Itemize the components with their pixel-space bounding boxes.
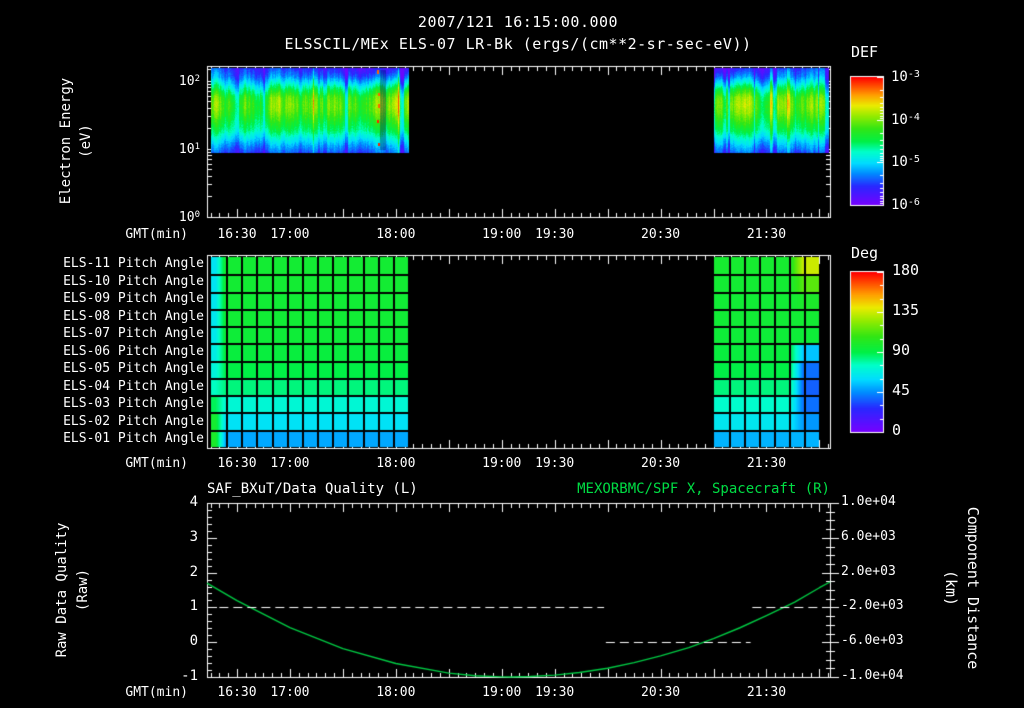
def-colorbar-tick-label-3: 10-6	[891, 195, 920, 214]
component-distance-axis-label: Component Distance	[965, 507, 981, 670]
time-tick-label-panel2-0: 16:30	[217, 456, 256, 472]
def-colorbar-tick-label-0: 10-3	[891, 67, 920, 86]
time-tick-label-panel3-0: 16:30	[217, 685, 256, 701]
quality-ytick-label-4: 0	[146, 633, 198, 649]
time-tick-label-panel1-1: 17:00	[270, 227, 309, 243]
electron-energy-units-label: (eV)	[78, 124, 94, 158]
time-tick-label-panel2-2: 18:00	[376, 456, 415, 472]
gmt-axis-label-panel3: GMT(min)	[102, 685, 188, 701]
time-tick-label-panel1-2: 18:00	[376, 227, 415, 243]
deg-colorbar-tick-label-0: 180	[892, 262, 919, 278]
time-tick-label-panel3-1: 17:00	[270, 685, 309, 701]
distance-ytick-label-4: -6.0e+03	[841, 633, 904, 649]
energy-ytick-label-0: 102	[146, 71, 200, 90]
instrument-title: ELSSCIL/MEx ELS-07 LR-Bk (ergs/(cm**2-sr…	[284, 36, 751, 52]
deg-colorbar-tick-label-2: 90	[892, 342, 910, 358]
quality-ytick-label-2: 2	[146, 564, 198, 580]
distance-ytick-label-3: -2.0e+03	[841, 598, 904, 614]
time-tick-label-panel2-4: 19:30	[535, 456, 574, 472]
def-colorbar-tick-label-1: 10-4	[891, 110, 920, 129]
raw-data-quality-axis-label: Raw Data Quality	[54, 523, 70, 658]
time-tick-label-panel3-3: 19:00	[482, 685, 521, 701]
distance-ytick-label-2: 2.0e+03	[841, 564, 896, 580]
time-tick-label-panel1-0: 16:30	[217, 227, 256, 243]
time-tick-label-panel2-5: 20:30	[641, 456, 680, 472]
pitch-angle-row-label-9: ELS-02 Pitch Angle	[40, 414, 204, 430]
deg-colorbar-tick-label-3: 45	[892, 382, 910, 398]
time-tick-label-panel3-5: 20:30	[641, 685, 680, 701]
quality-ytick-label-3: 1	[146, 598, 198, 614]
time-tick-label-panel3-6: 21:30	[747, 685, 786, 701]
component-distance-units-label: (km)	[943, 570, 959, 606]
timestamp-title: 2007/121 16:15:00.000	[418, 14, 618, 30]
bottom-panel-title-right: MEXORBMC/SPF X, Spacecraft (R)	[577, 481, 830, 497]
quality-ytick-label-5: -1	[146, 668, 198, 684]
distance-ytick-label-0: 1.0e+04	[841, 494, 896, 510]
colorbar-def-title: DEF	[851, 44, 878, 60]
pitch-angle-row-label-0: ELS-11 Pitch Angle	[40, 256, 204, 272]
gmt-axis-label-panel2: GMT(min)	[102, 456, 188, 472]
time-tick-label-panel1-6: 21:30	[747, 227, 786, 243]
time-tick-label-panel3-2: 18:00	[376, 685, 415, 701]
time-tick-label-panel2-3: 19:00	[482, 456, 521, 472]
distance-ytick-label-1: 6.0e+03	[841, 529, 896, 545]
colorbar-deg-title: Deg	[851, 245, 878, 261]
quality-ytick-label-1: 3	[146, 529, 198, 545]
time-tick-label-panel2-1: 17:00	[270, 456, 309, 472]
deg-colorbar-tick-label-1: 135	[892, 302, 919, 318]
electron-energy-axis-label: Electron Energy	[58, 78, 74, 204]
bottom-panel-title-left: SAF_BXuT/Data Quality (L)	[207, 481, 418, 497]
pitch-angle-row-label-1: ELS-10 Pitch Angle	[40, 274, 204, 290]
pitch-angle-row-label-10: ELS-01 Pitch Angle	[40, 431, 204, 447]
energy-ytick-label-1: 101	[146, 139, 200, 158]
pitch-angle-row-label-3: ELS-08 Pitch Angle	[40, 309, 204, 325]
pitch-angle-row-label-8: ELS-03 Pitch Angle	[40, 396, 204, 412]
pitch-angle-row-label-7: ELS-04 Pitch Angle	[40, 379, 204, 395]
pitch-angle-row-label-5: ELS-06 Pitch Angle	[40, 344, 204, 360]
gmt-axis-label-panel1: GMT(min)	[102, 227, 188, 243]
science-plot-stage: 2007/121 16:15:00.000 ELSSCIL/MEx ELS-07…	[0, 0, 1024, 708]
def-colorbar-tick-label-2: 10-5	[891, 152, 920, 171]
pitch-angle-row-label-6: ELS-05 Pitch Angle	[40, 361, 204, 377]
quality-ytick-label-0: 4	[146, 494, 198, 510]
pitch-angle-row-label-4: ELS-07 Pitch Angle	[40, 326, 204, 342]
time-tick-label-panel1-4: 19:30	[535, 227, 574, 243]
distance-ytick-label-5: -1.0e+04	[841, 668, 904, 684]
pitch-angle-row-label-2: ELS-09 Pitch Angle	[40, 291, 204, 307]
deg-colorbar-tick-label-4: 0	[892, 422, 901, 438]
time-tick-label-panel2-6: 21:30	[747, 456, 786, 472]
time-tick-label-panel3-4: 19:30	[535, 685, 574, 701]
raw-data-quality-units-label: (Raw)	[75, 569, 91, 611]
energy-ytick-label-2: 100	[146, 207, 200, 226]
time-tick-label-panel1-3: 19:00	[482, 227, 521, 243]
time-tick-label-panel1-5: 20:30	[641, 227, 680, 243]
